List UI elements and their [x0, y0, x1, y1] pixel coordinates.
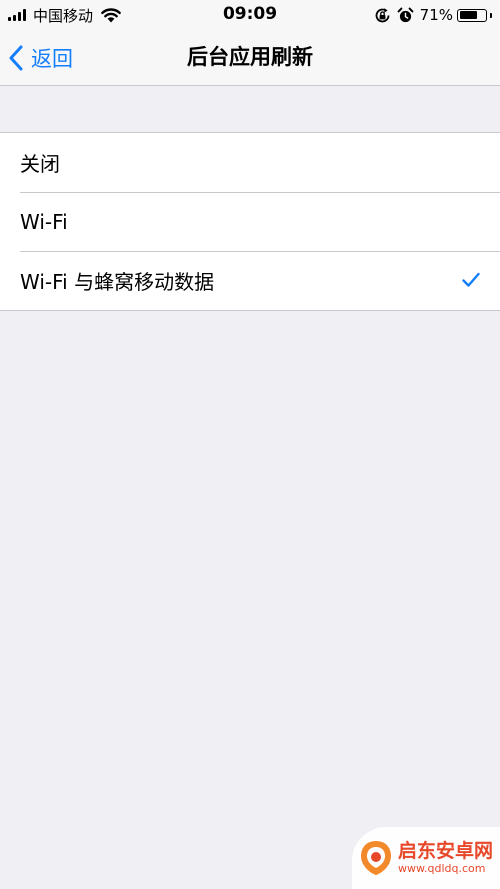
back-label: 返回 — [31, 46, 73, 71]
option-label: 关闭 — [20, 152, 60, 176]
battery-tip — [490, 12, 492, 18]
alarm-icon — [397, 7, 414, 22]
battery-icon — [457, 8, 487, 22]
option-wifi-and-cellular[interactable]: Wi-Fi 与蜂窝移动数据 — [0, 250, 500, 310]
battery-level — [459, 11, 477, 19]
page-title: 后台应用刷新 — [187, 45, 313, 69]
watermark-logo-icon — [361, 841, 391, 875]
navigation-bar: 返回 后台应用刷新 — [0, 30, 500, 86]
rotation-lock-icon — [375, 7, 390, 22]
status-bar: 中国移动 09:09 71% — [0, 0, 500, 30]
status-right: 71% — [374, 5, 492, 25]
back-button[interactable]: 返回 — [8, 30, 73, 85]
checkmark-icon — [462, 272, 480, 287]
option-off[interactable]: 关闭 — [0, 133, 500, 192]
watermark-text: 启东安卓网 www.qdldq.com — [398, 840, 493, 876]
option-wifi[interactable]: Wi-Fi — [0, 191, 500, 251]
option-label: Wi-Fi 与蜂窝移动数据 — [20, 270, 215, 294]
chevron-left-icon — [9, 45, 23, 70]
watermark: 启东安卓网 www.qdldq.com — [352, 827, 500, 889]
watermark-name: 启东安卓网 — [398, 840, 494, 862]
battery-percent: 71% — [419, 6, 453, 24]
refresh-options-list: 关闭 Wi-Fi Wi-Fi 与蜂窝移动数据 — [0, 132, 500, 311]
watermark-url: www.qdldq.com — [398, 862, 486, 875]
option-label: Wi-Fi — [20, 209, 68, 234]
